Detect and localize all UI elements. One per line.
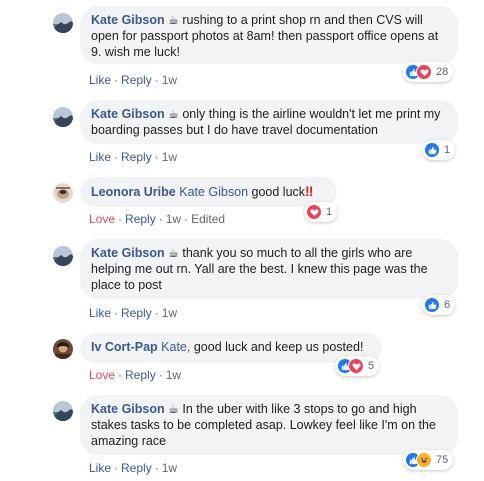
- comment-text: good luck and keep us posted!: [193, 340, 364, 354]
- timestamp[interactable]: 1w: [162, 150, 177, 164]
- comment-bubble: Kate Gibson ☕ thank you so much to all t…: [80, 239, 458, 299]
- reaction-count: 75: [436, 454, 449, 466]
- timestamp[interactable]: 1w: [162, 73, 177, 87]
- author-name[interactable]: Iv Cort-Pap: [91, 340, 158, 354]
- mention-link[interactable]: Kate,: [161, 340, 190, 354]
- avatar[interactable]: [53, 339, 73, 359]
- comment-bubble: Kate Gibson ☕ In the uber with like 3 st…: [80, 395, 458, 455]
- avatar[interactable]: [53, 183, 73, 203]
- heart-icon: [306, 204, 322, 220]
- coffee-icon: ☕: [168, 246, 179, 260]
- reaction-summary[interactable]: 6: [422, 295, 456, 315]
- coffee-icon: ☕: [168, 107, 179, 121]
- laughing-face-icon: [416, 452, 432, 468]
- timestamp[interactable]: 1w: [166, 212, 181, 226]
- reaction-count: 5: [368, 360, 375, 372]
- like-button[interactable]: Like: [89, 150, 111, 164]
- avatar[interactable]: [53, 401, 73, 421]
- like-button[interactable]: Like: [89, 73, 111, 87]
- reaction-summary[interactable]: 28: [403, 62, 454, 82]
- author-name[interactable]: Leonora Uribe: [91, 185, 176, 199]
- thumbs-up-icon: [424, 142, 440, 158]
- heart-icon: [348, 358, 364, 374]
- love-button[interactable]: Love: [89, 212, 115, 226]
- comment-actions: Love · Reply · 1w · Edited: [89, 212, 226, 226]
- like-button[interactable]: Like: [89, 461, 111, 475]
- like-button[interactable]: Like: [89, 306, 111, 320]
- avatar[interactable]: [53, 246, 73, 266]
- reaction-count: 1: [326, 206, 333, 218]
- comment-text: good luck: [251, 185, 306, 199]
- comment-actions: Like · Reply · 1w: [89, 306, 178, 320]
- reply-button[interactable]: Reply: [125, 212, 156, 226]
- author-name[interactable]: Kate Gibson: [91, 13, 165, 27]
- comment-actions: Like · Reply · 1w: [89, 73, 178, 87]
- timestamp[interactable]: 1w: [166, 368, 181, 382]
- comment-bubble: Leonora Uribe Kate Gibson good luck‼: [80, 177, 337, 207]
- comment-actions: Like · Reply · 1w: [89, 461, 178, 475]
- comment-actions: Love · Reply · 1w: [89, 368, 182, 382]
- coffee-icon: ☕: [168, 402, 179, 416]
- reply-button[interactable]: Reply: [121, 73, 152, 87]
- coffee-icon: ☕: [168, 13, 179, 27]
- reaction-summary[interactable]: 1: [304, 202, 338, 222]
- mention-link[interactable]: Kate Gibson: [179, 185, 248, 199]
- author-name[interactable]: Kate Gibson: [91, 246, 165, 260]
- author-name[interactable]: Kate Gibson: [91, 402, 165, 416]
- timestamp[interactable]: 1w: [162, 306, 177, 320]
- author-name[interactable]: Kate Gibson: [91, 107, 165, 121]
- reaction-summary[interactable]: 1: [422, 140, 456, 160]
- reaction-count: 6: [444, 299, 451, 311]
- reaction-count: 1: [444, 144, 451, 156]
- timestamp[interactable]: 1w: [162, 461, 177, 475]
- thumbs-up-icon: [424, 297, 440, 313]
- reaction-summary[interactable]: 75: [403, 450, 454, 470]
- reaction-summary[interactable]: 5: [335, 356, 380, 376]
- edited-label[interactable]: Edited: [191, 212, 225, 226]
- love-button[interactable]: Love: [89, 368, 115, 382]
- reply-button[interactable]: Reply: [125, 368, 156, 382]
- heart-icon: [416, 64, 432, 80]
- comment-actions: Like · Reply · 1w: [89, 150, 178, 164]
- exclamation-emoji: ‼: [305, 183, 314, 199]
- reply-button[interactable]: Reply: [121, 461, 152, 475]
- comment-bubble: Kate Gibson ☕ rushing to a print shop rn…: [80, 6, 458, 64]
- avatar[interactable]: [53, 13, 73, 33]
- reply-button[interactable]: Reply: [121, 306, 152, 320]
- reaction-count: 28: [436, 66, 449, 78]
- avatar[interactable]: [53, 107, 73, 127]
- comment-bubble: Kate Gibson ☕ only thing is the airline …: [80, 100, 458, 144]
- reply-button[interactable]: Reply: [121, 150, 152, 164]
